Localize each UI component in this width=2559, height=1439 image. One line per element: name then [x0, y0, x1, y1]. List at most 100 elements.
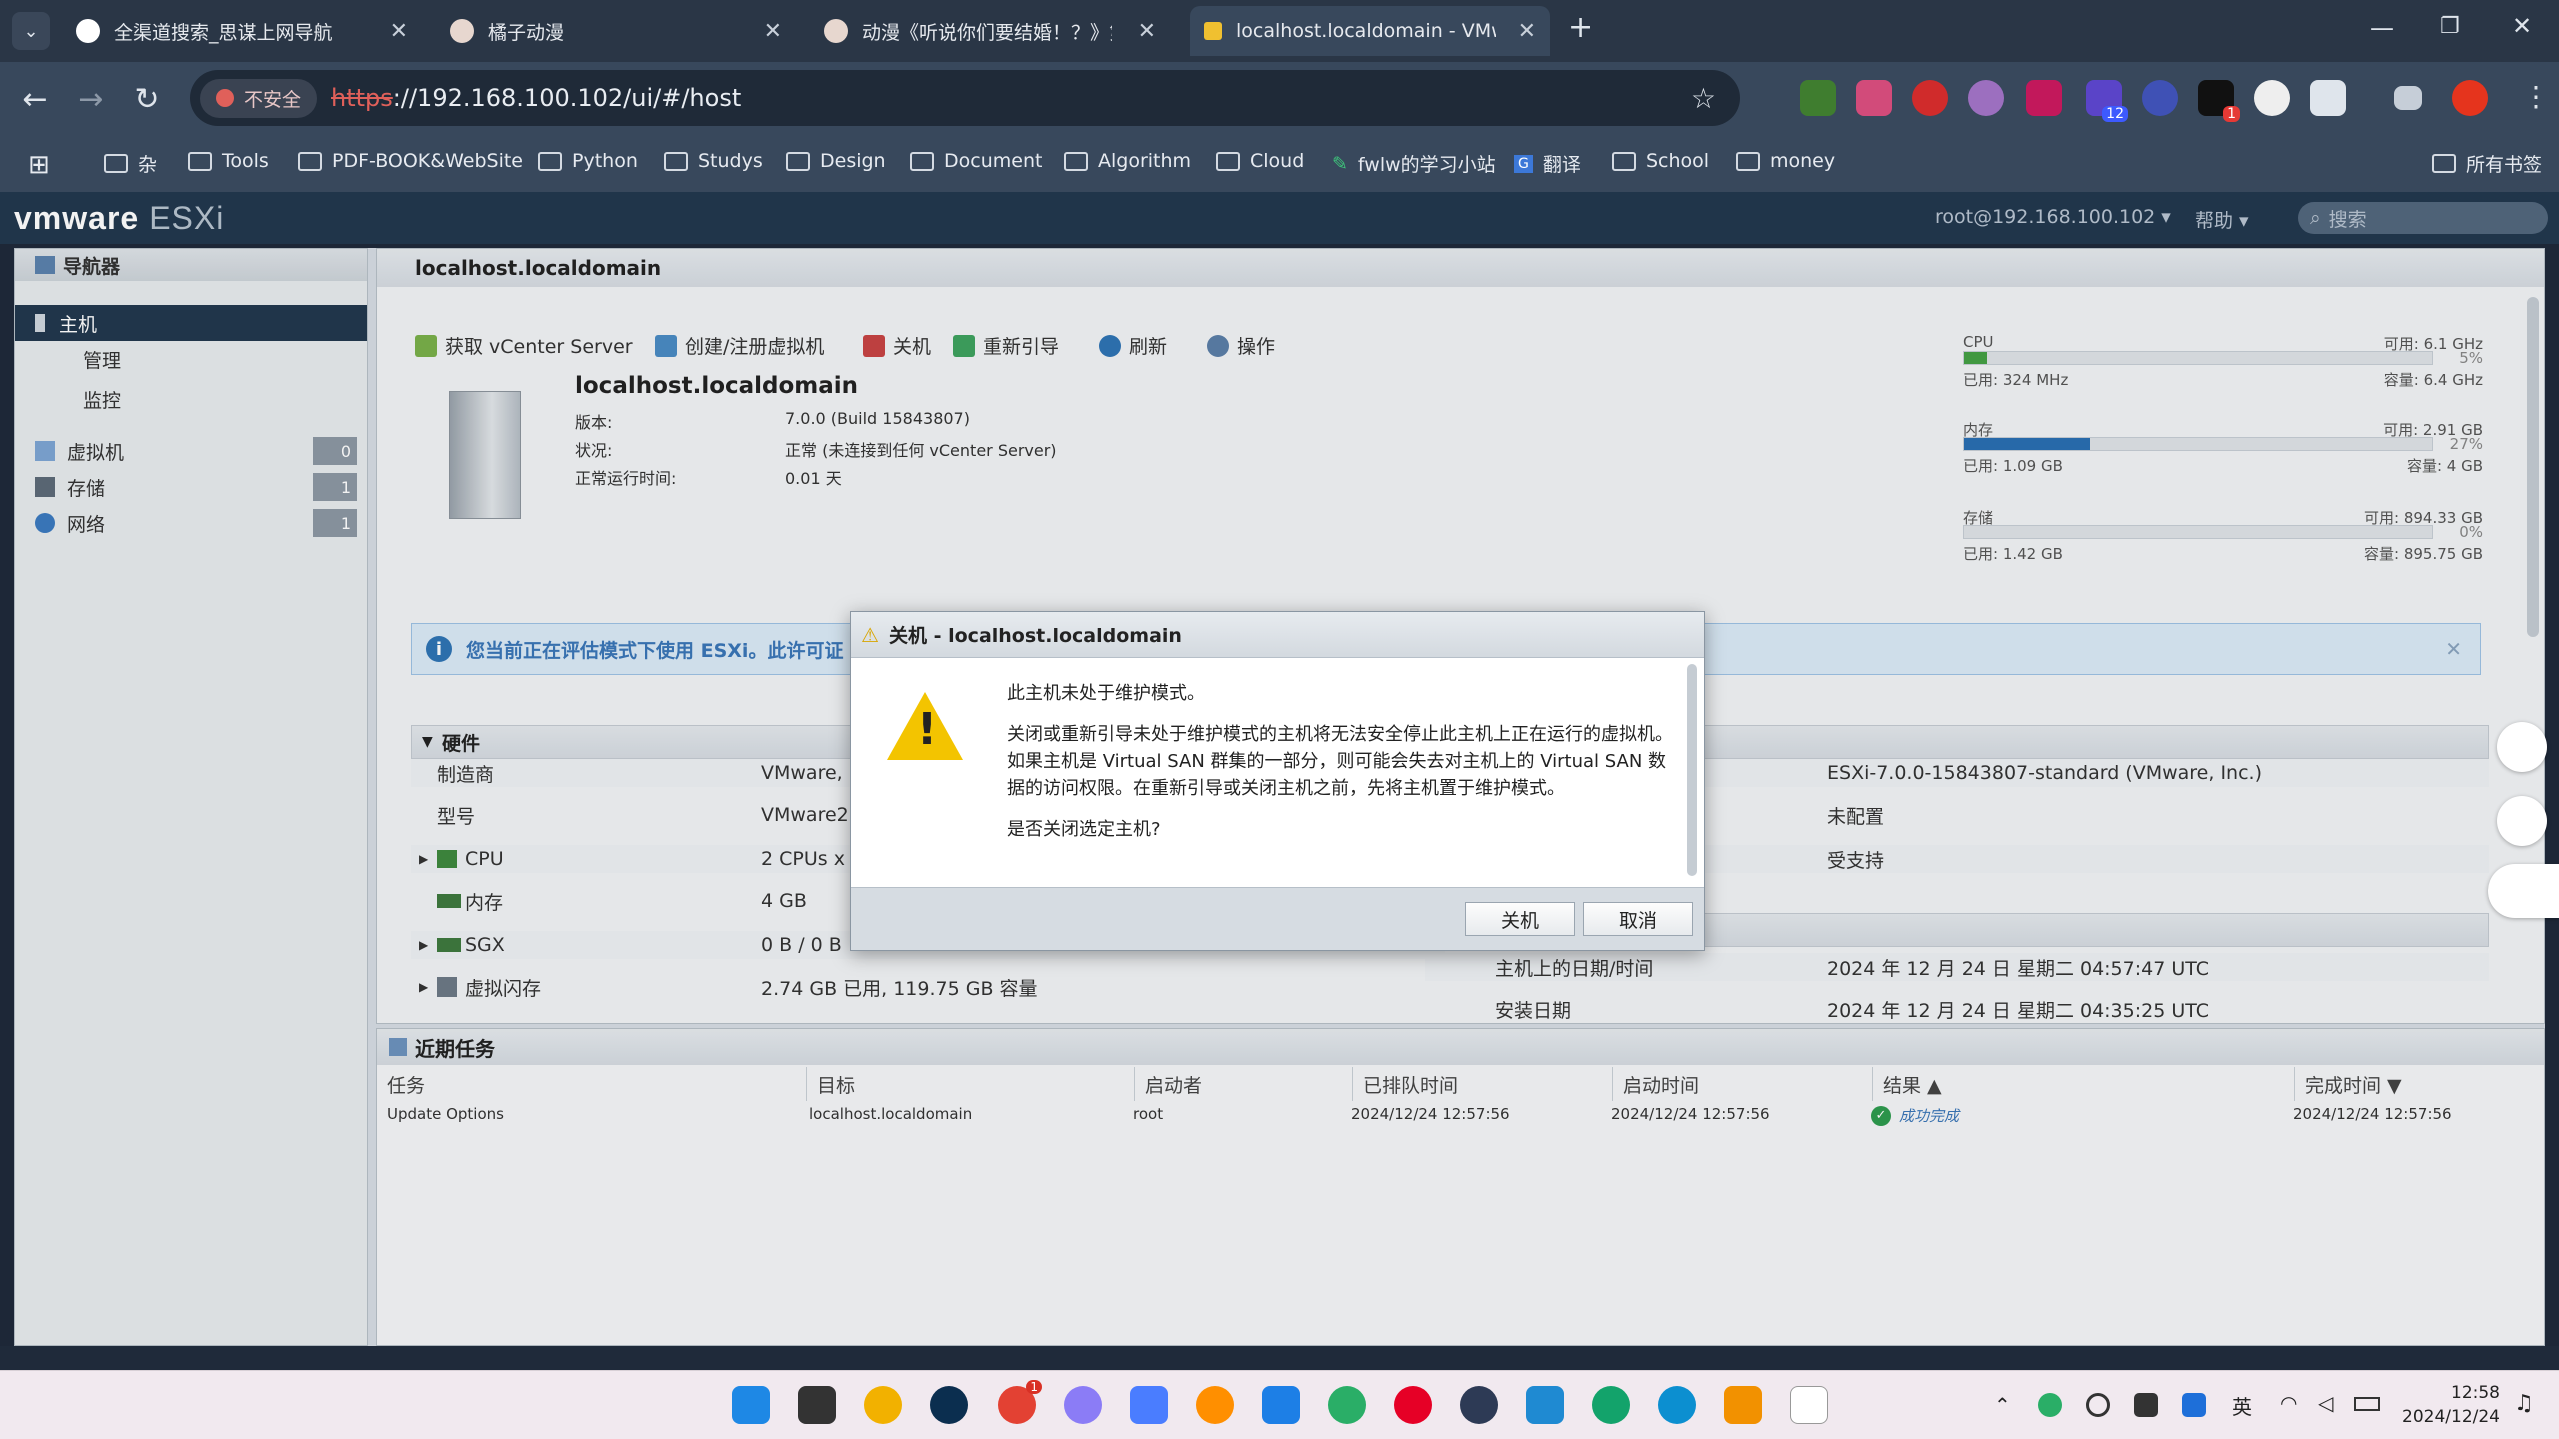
battery-icon[interactable] [2354, 1397, 2380, 1411]
notification-bell-icon[interactable]: ♫ [2514, 1391, 2534, 1416]
profile-avatar[interactable] [2452, 80, 2488, 116]
vmware-favicon-icon [1204, 22, 1222, 40]
close-tab-icon[interactable]: ✕ [390, 19, 408, 44]
browser-address-bar: ← → ↻ 不安全 https://192.168.100.102/ui/#/h… [0, 62, 2559, 136]
edge-icon[interactable] [1658, 1386, 1696, 1424]
folder-icon [1612, 151, 1636, 171]
wifi-icon[interactable]: ◠ [2280, 1391, 2297, 1415]
app-icon[interactable] [1064, 1386, 1102, 1424]
extension-home-icon[interactable]: 12 [2086, 80, 2128, 122]
site-favicon-icon [76, 19, 100, 43]
url-text[interactable]: https://192.168.100.102/ui/#/host [331, 84, 741, 112]
vscode-icon[interactable] [1526, 1386, 1564, 1424]
forward-button[interactable]: → [66, 74, 116, 124]
tray-chevron-icon[interactable]: ⌃ [1994, 1393, 2011, 1417]
reload-button[interactable]: ↻ [122, 74, 172, 124]
media-control-icon[interactable] [2394, 86, 2422, 110]
app-icon[interactable] [864, 1386, 902, 1424]
bookmark-folder[interactable]: Cloud [1216, 150, 1304, 172]
extension-star-icon[interactable] [1800, 80, 1836, 116]
browser-tab-2[interactable]: 橘子动漫 ✕ [436, 6, 796, 56]
back-button[interactable]: ← [10, 74, 60, 124]
close-tab-icon[interactable]: ✕ [1518, 19, 1536, 44]
floating-assistant-button[interactable] [2488, 864, 2559, 918]
tab-search-button[interactable]: ⌄ [12, 12, 50, 50]
extension-dark-icon[interactable]: 1 [2198, 80, 2240, 122]
wechat-icon[interactable] [1328, 1386, 1366, 1424]
music-app-icon[interactable] [1394, 1386, 1432, 1424]
cancel-button[interactable]: 取消 [1583, 902, 1693, 936]
tray-app-icon[interactable] [2134, 1393, 2158, 1417]
typora-icon[interactable] [1790, 1386, 1828, 1424]
search-app-icon[interactable] [1196, 1386, 1234, 1424]
bookmark-folder[interactable]: Document [910, 150, 1042, 172]
bookmark-folder[interactable]: Design [786, 150, 886, 172]
task-view-icon[interactable] [798, 1386, 836, 1424]
app-icon[interactable] [1130, 1386, 1168, 1424]
chrome-icon[interactable]: 1 [998, 1380, 1042, 1424]
tray-wechat-icon[interactable] [2038, 1393, 2062, 1417]
confirm-shutdown-button[interactable]: 关机 [1465, 902, 1575, 936]
folder-icon [1736, 151, 1760, 171]
folder-icon [298, 151, 322, 171]
shutdown-dialog: ⚠ 关机 - localhost.localdomain ! 此主机未处于维护模… [850, 611, 1705, 951]
bookmark-star-icon[interactable]: ☆ [1691, 82, 1716, 115]
folder-icon [104, 154, 128, 173]
bookmark-folder[interactable]: 杂 [104, 150, 157, 177]
tray-sync-icon[interactable] [2086, 1393, 2110, 1417]
dialog-line-3: 是否关闭选定主机? [1007, 819, 1161, 840]
tray-security-icon[interactable] [2182, 1393, 2206, 1417]
url-omnibox[interactable]: 不安全 https://192.168.100.102/ui/#/host ☆ [190, 70, 1740, 126]
all-bookmarks-folder[interactable]: 所有书签 [2432, 150, 2542, 177]
bookmark-folder[interactable]: Tools [188, 150, 269, 172]
bookmark-folder[interactable]: School [1612, 150, 1709, 172]
volume-icon[interactable]: ◁ [2318, 1391, 2333, 1415]
dialog-title-bar: ⚠ 关机 - localhost.localdomain [851, 612, 1704, 658]
browser-tab-1[interactable]: 全渠道搜索_思谋上网导航 ✕ [62, 6, 422, 56]
extension-bot-icon[interactable] [2142, 80, 2178, 116]
bookmark-folder[interactable]: Python [538, 150, 638, 172]
browser-menu-icon[interactable]: ⋮ [2522, 80, 2550, 113]
extension-adblock-icon[interactable] [1912, 80, 1948, 116]
folder-icon [538, 151, 562, 171]
floating-translate-button[interactable] [2497, 722, 2547, 772]
bookmark-link[interactable]: G 翻译 [1514, 150, 1581, 177]
browser-tab-4[interactable]: localhost.localdomain - VMware ESXi ✕ [1190, 6, 1550, 56]
extension-translate-icon[interactable] [1856, 80, 1892, 116]
translate-icon: G [1514, 154, 1533, 173]
app-icon[interactable] [1592, 1386, 1630, 1424]
browser-tab-3[interactable]: 动漫《听说你们要结婚！？》第9集 ✕ [810, 6, 1170, 56]
maximize-window-button[interactable]: ❐ [2440, 14, 2460, 39]
folder-icon [1216, 151, 1240, 171]
extensions-puzzle-icon[interactable] [2310, 80, 2346, 116]
close-window-button[interactable]: ✕ [2512, 12, 2532, 40]
extension-purple-icon[interactable] [1968, 80, 2004, 116]
close-tab-icon[interactable]: ✕ [1138, 19, 1156, 44]
leaf-icon: ✎ [1332, 152, 1348, 175]
new-tab-button[interactable]: + [1568, 10, 1593, 45]
app-icon[interactable] [1460, 1386, 1498, 1424]
dialog-line-2: 关闭或重新引导未处于维护模式的主机将无法安全停止此主机上正在运行的虚拟机。如果主… [1007, 724, 1673, 799]
system-clock[interactable]: 12:58 2024/12/24 [2400, 1381, 2500, 1429]
windows-taskbar: 1 ⌃ 英 ◠ ◁ 12:58 2024/12/24 ♫ [0, 1370, 2559, 1439]
extension-red-icon[interactable] [2026, 80, 2062, 116]
start-windows-icon[interactable] [732, 1386, 770, 1424]
not-secure-chip[interactable]: 不安全 [200, 78, 318, 118]
bookmark-link[interactable]: ✎ fwlw的学习小站 [1332, 150, 1496, 177]
bookmark-folder[interactable]: money [1736, 150, 1835, 172]
ime-indicator[interactable]: 英 [2232, 1391, 2252, 1420]
app-icon[interactable] [930, 1386, 968, 1424]
extension-block-icon[interactable] [2254, 80, 2290, 116]
vmware-workstation-icon[interactable] [1724, 1386, 1762, 1424]
site-favicon-icon [824, 19, 848, 43]
apps-grid-icon[interactable]: ⊞ [28, 150, 50, 180]
folder-icon [786, 151, 810, 171]
floating-apps-button[interactable] [2497, 796, 2547, 846]
minimize-window-button[interactable]: — [2370, 14, 2394, 42]
app-icon[interactable] [1262, 1386, 1300, 1424]
bookmark-folder[interactable]: Studys [664, 150, 763, 172]
bookmark-folder[interactable]: Algorithm [1064, 150, 1191, 172]
bookmark-folder[interactable]: PDF-BOOK&WebSite [298, 150, 523, 172]
dialog-scrollbar[interactable] [1687, 664, 1697, 876]
close-tab-icon[interactable]: ✕ [764, 19, 782, 44]
